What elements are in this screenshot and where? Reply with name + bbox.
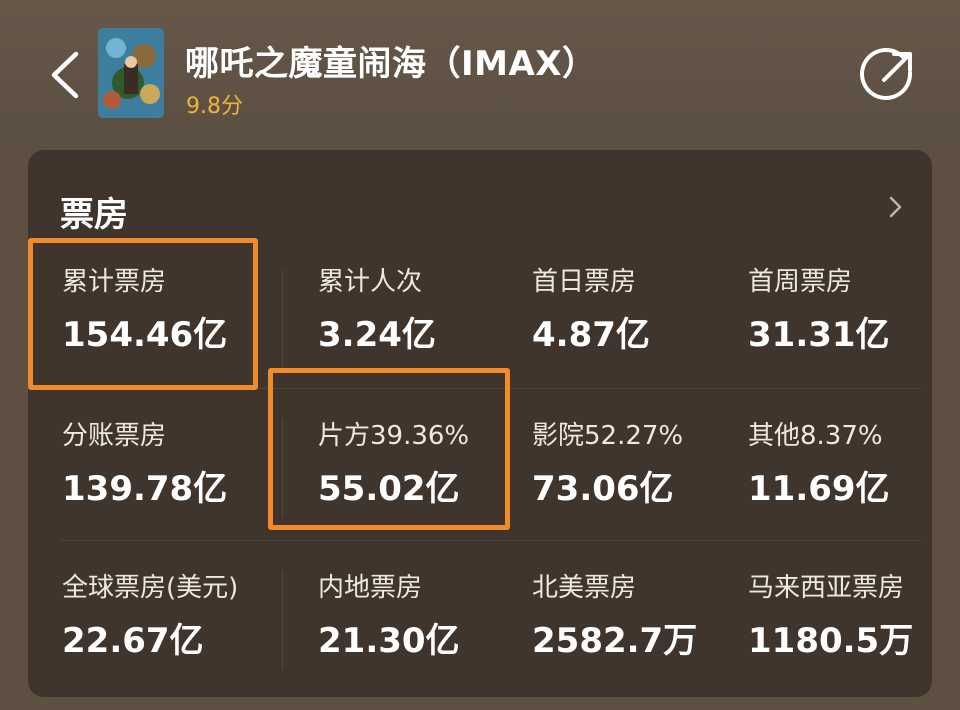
movie-rating: 9.8分 bbox=[186, 94, 243, 119]
stat-global-box-office[interactable]: 全球票房(美元) 22.67亿 bbox=[62, 572, 272, 660]
stat-label: 首日票房 bbox=[532, 267, 637, 297]
stat-total-admissions[interactable]: 累计人次 3.24亿 bbox=[318, 266, 528, 354]
stat-value: 31.31亿 bbox=[748, 315, 890, 355]
stat-label: 马来西亚票房 bbox=[748, 573, 905, 603]
movie-poster[interactable] bbox=[98, 28, 164, 118]
stat-label: 其他8.37% bbox=[748, 421, 883, 451]
stat-value: 139.78亿 bbox=[62, 469, 228, 509]
stat-label: 北美票房 bbox=[532, 573, 637, 603]
share-icon[interactable] bbox=[858, 44, 920, 106]
stat-label: 首周票房 bbox=[748, 267, 853, 297]
stat-cinema-share[interactable]: 影院52.27% 73.06亿 bbox=[532, 420, 742, 508]
stat-value: 2582.7万 bbox=[532, 621, 698, 661]
stat-value: 22.67亿 bbox=[62, 621, 204, 661]
stat-split-box-office[interactable]: 分账票房 139.78亿 bbox=[62, 420, 272, 508]
stat-label: 影院52.27% bbox=[532, 421, 684, 451]
row-divider bbox=[60, 540, 922, 541]
stat-other-share[interactable]: 其他8.37% 11.69亿 bbox=[748, 420, 958, 508]
stat-value: 3.24亿 bbox=[318, 315, 436, 355]
stat-value: 1180.5万 bbox=[748, 621, 914, 661]
highlight-box-total bbox=[28, 238, 258, 390]
stat-value: 11.69亿 bbox=[748, 469, 890, 509]
stat-value: 4.87亿 bbox=[532, 315, 650, 355]
stat-label: 分账票房 bbox=[62, 421, 167, 451]
column-divider bbox=[282, 270, 283, 370]
column-divider bbox=[282, 570, 283, 670]
highlight-box-producer-share bbox=[268, 368, 510, 530]
stat-value: 21.30亿 bbox=[318, 621, 460, 661]
stat-malaysia-box-office[interactable]: 马来西亚票房 1180.5万 bbox=[748, 572, 958, 660]
stat-north-america-box-office[interactable]: 北美票房 2582.7万 bbox=[532, 572, 742, 660]
back-icon[interactable] bbox=[40, 46, 92, 104]
movie-title: 哪吒之魔童闹海（IMAX） bbox=[185, 44, 597, 84]
stat-label: 累计人次 bbox=[318, 267, 423, 297]
stat-opening-week[interactable]: 首周票房 31.31亿 bbox=[748, 266, 958, 354]
stat-value: 73.06亿 bbox=[532, 469, 674, 509]
card-title: 票房 bbox=[60, 195, 128, 235]
stat-label: 全球票房(美元) bbox=[62, 573, 239, 603]
stat-mainland-box-office[interactable]: 内地票房 21.30亿 bbox=[318, 572, 528, 660]
stat-opening-day[interactable]: 首日票房 4.87亿 bbox=[532, 266, 742, 354]
chevron-right-icon[interactable] bbox=[884, 194, 906, 220]
header: 哪吒之魔童闹海（IMAX） 9.8分 bbox=[0, 0, 960, 140]
stat-label: 内地票房 bbox=[318, 573, 423, 603]
poster-art bbox=[98, 28, 164, 118]
